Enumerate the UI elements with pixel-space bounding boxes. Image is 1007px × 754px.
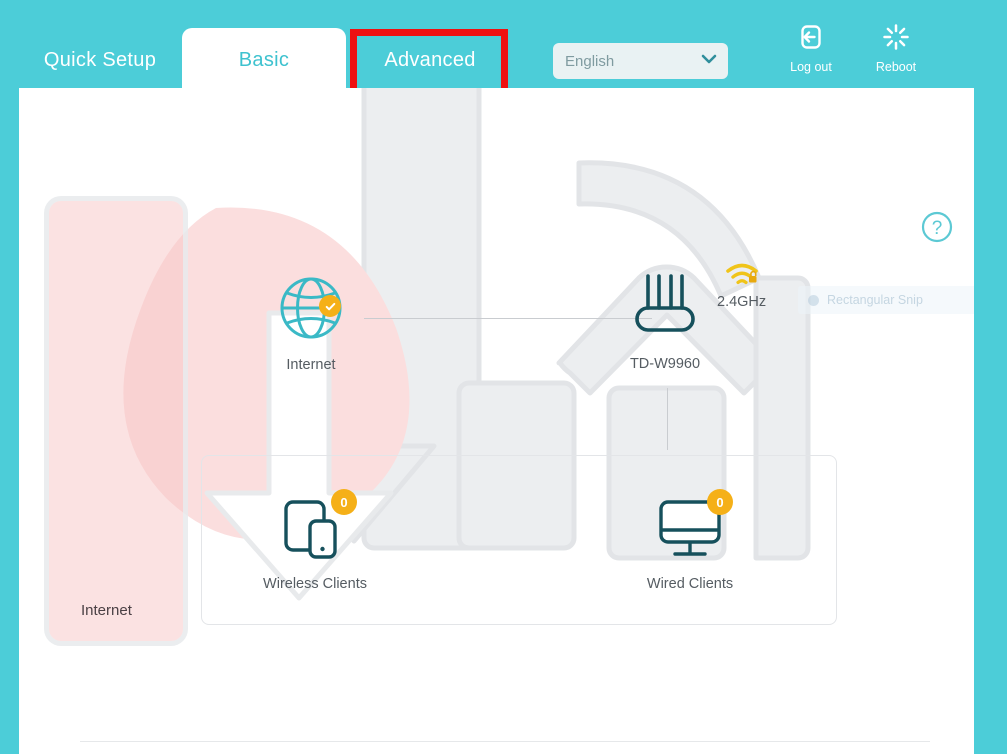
internet-label: Internet [286, 357, 336, 373]
tab-basic[interactable]: Basic [182, 28, 346, 92]
wifi-band-indicator: 2.4GHz [717, 260, 766, 310]
section-divider [80, 741, 930, 742]
wireless-clients-label: Wireless Clients [263, 576, 367, 592]
wireless-clients-count: 0 [340, 494, 348, 510]
logout-button[interactable]: Log out [775, 22, 847, 74]
app-header: Quick Setup Basic Advanced English Log o… [0, 0, 1007, 96]
tablet-phone-icon [283, 500, 347, 565]
wired-clients-count: 0 [716, 494, 724, 510]
tab-basic-label: Basic [238, 48, 290, 71]
node-wireless-clients[interactable]: 0 Wireless Clients [262, 489, 368, 592]
tab-advanced-label: Advanced [384, 48, 476, 71]
link-internet-router [364, 318, 652, 319]
router-icon [626, 270, 704, 347]
node-router[interactable]: TD-W9960 [611, 270, 719, 372]
node-wired-clients[interactable]: 0 Wired Clients [637, 489, 743, 592]
internet-status-badge [319, 295, 341, 317]
tab-advanced[interactable]: Advanced [352, 28, 508, 92]
logout-label: Log out [790, 60, 832, 74]
router-admin-page: Quick Setup Basic Advanced English Log o… [0, 0, 1007, 754]
wireless-clients-icon-wrap: 0 [283, 489, 357, 566]
content-panel: ? Rectangular Snip Internet TD-W9960 2.4… [19, 88, 974, 754]
wired-clients-icon-wrap: 0 [657, 489, 733, 566]
tab-quick-setup[interactable]: Quick Setup [18, 28, 182, 92]
globe-icon [276, 277, 346, 347]
logout-icon [796, 22, 826, 57]
internet-icon-wrap [276, 273, 346, 348]
reboot-button[interactable]: Reboot [860, 22, 932, 74]
wired-clients-count-badge: 0 [707, 489, 733, 515]
reboot-icon [881, 22, 911, 57]
monitor-icon [657, 500, 723, 565]
wifi-lock-icon [724, 260, 760, 293]
language-select[interactable]: English [553, 43, 728, 79]
network-topology: Internet TD-W9960 2.4GHz 0 Wireless Clie… [19, 88, 974, 754]
link-router-clients [667, 388, 668, 450]
node-internet[interactable]: Internet [258, 273, 364, 373]
reboot-label: Reboot [875, 60, 917, 74]
wireless-clients-count-badge: 0 [331, 489, 357, 515]
router-label: TD-W9960 [629, 356, 701, 372]
wired-clients-label: Wired Clients [646, 576, 734, 592]
tab-quick-setup-label: Quick Setup [43, 48, 157, 71]
wifi-band-label: 2.4GHz [717, 294, 767, 310]
